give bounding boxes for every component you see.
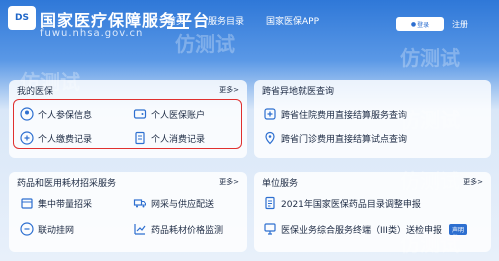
login-button[interactable]: ● 登录 — [396, 17, 444, 31]
link-icon — [20, 222, 34, 236]
wallet-icon — [133, 107, 147, 121]
truck-icon — [133, 196, 147, 210]
unit-service-panel: 单位服务 更多> — [254, 172, 491, 252]
inpatient-settlement-item[interactable]: 跨省住院费用直接结算服务查询 — [263, 107, 407, 121]
insurance-info-item[interactable]: 个人参保信息 — [20, 107, 92, 121]
top-header: DS 国家医疗保障服务平台 fuwu.nhsa.gov.cn 首页 服务目录 国… — [0, 0, 499, 56]
chart-icon — [133, 222, 147, 236]
nav-service-catalog[interactable]: 服务目录 — [208, 14, 244, 27]
nav-active-indicator — [167, 27, 189, 29]
account-item[interactable]: 个人医保账户 — [133, 107, 205, 121]
more-link[interactable]: 更多> — [219, 85, 239, 95]
more-link[interactable]: 更多> — [463, 177, 483, 187]
hospital-icon — [263, 107, 277, 121]
payment-record-item[interactable]: 个人缴费记录 — [20, 131, 92, 145]
location-icon — [263, 131, 277, 145]
online-procurement-item[interactable]: 网采与供应配送 — [133, 196, 214, 210]
drug-catalog-adjustment-item[interactable]: 2021年国家医保药品目录调整申报 — [263, 196, 421, 210]
centralized-procurement-item[interactable]: 集中带量招采 — [20, 196, 92, 210]
price-monitoring-item[interactable]: 药品耗材价格监测 — [133, 222, 223, 236]
receipt-icon — [133, 131, 147, 145]
linked-listing-item[interactable]: 联动挂网 — [20, 222, 74, 236]
panel-title: 跨省异地就医查询 — [262, 87, 335, 97]
register-link[interactable]: 注册 — [452, 19, 468, 30]
box-icon — [20, 196, 34, 210]
terminal-inspection-item[interactable]: 医保业务综合服务终端（III类）送检申报 声明 — [263, 222, 467, 236]
site-url: fuwu.nhsa.gov.cn — [40, 28, 144, 39]
consumption-record-item[interactable]: 个人消费记录 — [133, 131, 205, 145]
panel-title: 单位服务 — [262, 179, 299, 189]
outpatient-settlement-item[interactable]: 跨省门诊费用直接结算试点查询 — [263, 131, 407, 145]
procurement-panel: 药品和医用耗材招采服务 更多> — [9, 172, 247, 252]
more-link[interactable]: 更多> — [219, 177, 239, 187]
panel-title: 药品和医用耗材招采服务 — [17, 179, 117, 189]
person-card-icon — [20, 107, 34, 121]
nhsa-logo[interactable]: DS — [8, 6, 36, 30]
nav-app[interactable]: 国家医保APP — [266, 14, 319, 27]
nav-home[interactable]: 首页 — [167, 14, 185, 27]
document-icon — [263, 196, 277, 210]
panel-title: 我的医保 — [17, 87, 54, 97]
user-icon: ● — [410, 20, 417, 28]
payment-icon — [20, 131, 34, 145]
statement-badge[interactable]: 声明 — [448, 223, 467, 235]
terminal-icon — [263, 222, 277, 236]
